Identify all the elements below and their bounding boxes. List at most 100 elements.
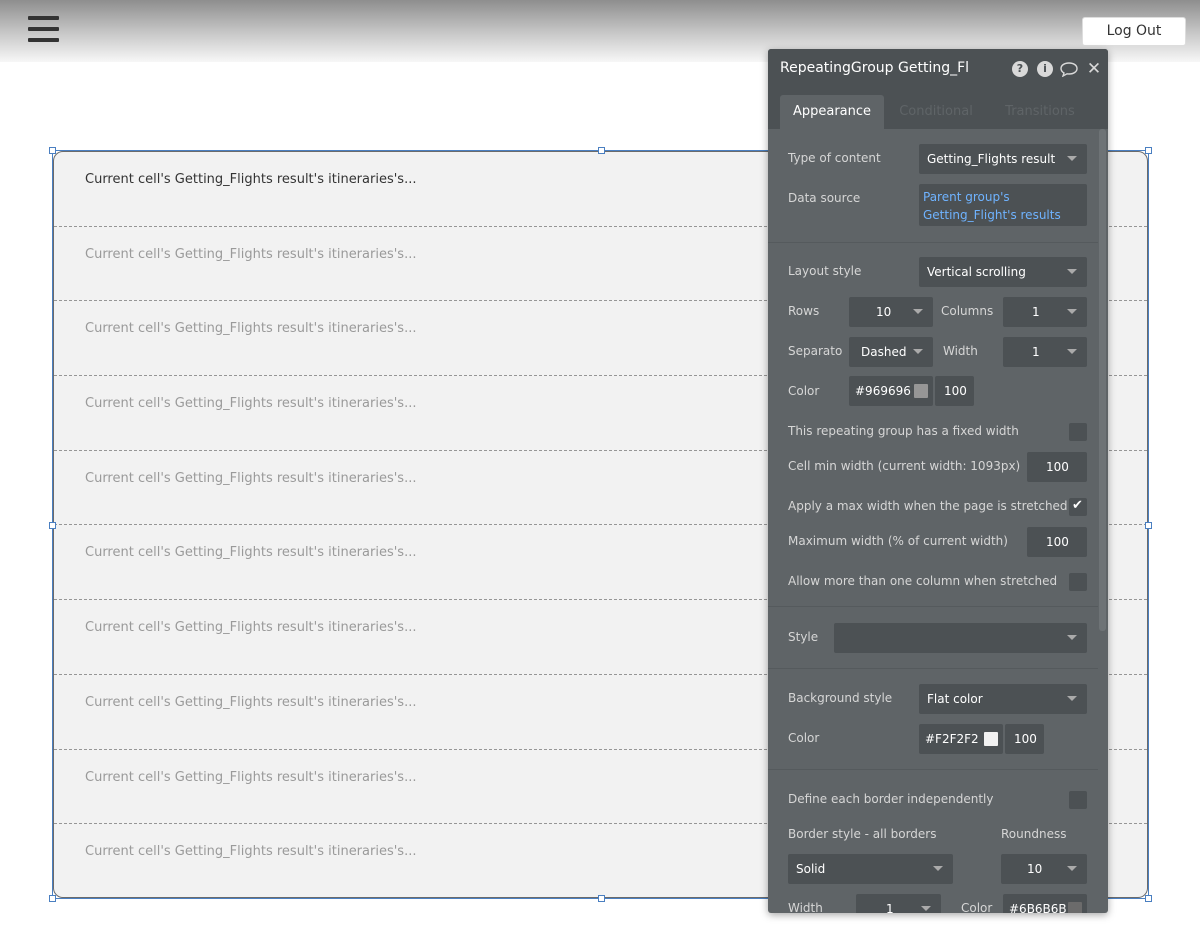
roundness-value: 10: [1027, 862, 1043, 876]
roundness-dropdown[interactable]: 10: [1001, 854, 1087, 884]
separator-opacity-value: 100: [944, 384, 967, 398]
chevron-down-icon: [913, 349, 923, 354]
color-swatch: [914, 384, 928, 398]
columns-label: Columns: [941, 304, 994, 318]
color-label: Color: [788, 384, 820, 398]
layout-style-label: Layout style: [788, 264, 862, 278]
divider: [768, 769, 1098, 770]
type-of-content-value: Getting_Flights result: [927, 152, 1056, 166]
color-swatch: [984, 732, 998, 746]
resize-handle[interactable]: [49, 147, 56, 154]
panel-title: RepeatingGroup Getting_Flights results: [780, 60, 970, 76]
separator-value: Dashed: [861, 345, 907, 359]
style-dropdown[interactable]: [834, 623, 1087, 653]
cell-text: Current cell's Getting_Flights result's …: [85, 545, 417, 560]
layout-style-dropdown[interactable]: Vertical scrolling: [919, 257, 1087, 287]
border-style-value: Solid: [796, 862, 826, 876]
bg-opacity-value: 100: [1014, 732, 1037, 746]
border-independent-label: Define each border independently: [788, 792, 994, 806]
cell-min-width-input[interactable]: 100: [1027, 452, 1087, 482]
bg-opacity-input[interactable]: 100: [1005, 724, 1044, 754]
type-of-content-label: Type of content: [788, 151, 881, 165]
resize-handle[interactable]: [1145, 147, 1152, 154]
cell-text: Current cell's Getting_Flights result's …: [85, 396, 417, 411]
checkmark-icon: ✔: [1072, 498, 1083, 513]
separator-color-hex: #969696: [855, 384, 911, 398]
rows-label: Rows: [788, 304, 820, 318]
tab-appearance[interactable]: Appearance: [780, 95, 884, 129]
cell-text: Current cell's Getting_Flights result's …: [85, 695, 417, 710]
bg-color-picker[interactable]: #F2F2F2: [919, 724, 1003, 754]
border-width-dropdown[interactable]: 1: [856, 894, 941, 913]
rows-value: 10: [876, 305, 892, 319]
max-width-label: Maximum width (% of current width): [788, 534, 1008, 548]
border-color-label: Color: [961, 901, 993, 913]
separator-opacity-input[interactable]: 100: [935, 376, 974, 406]
resize-handle[interactable]: [49, 522, 56, 529]
hamburger-menu-icon[interactable]: [28, 16, 59, 44]
cell-text: Current cell's Getting_Flights result's …: [85, 321, 417, 336]
divider: [768, 668, 1098, 669]
chevron-down-icon: [1067, 269, 1077, 274]
info-icon[interactable]: i: [1037, 61, 1053, 77]
separator-width-dropdown[interactable]: 1: [1003, 337, 1087, 367]
resize-handle[interactable]: [598, 147, 605, 154]
chevron-down-icon: [933, 866, 943, 871]
resize-handle[interactable]: [1145, 522, 1152, 529]
border-color-picker[interactable]: #6B6B6B: [1003, 894, 1087, 913]
separator-dropdown[interactable]: Dashed: [849, 337, 933, 367]
background-style-value: Flat color: [927, 692, 983, 706]
data-source-label: Data source: [788, 191, 861, 205]
resize-handle[interactable]: [1145, 895, 1152, 902]
border-color-hex: #6B6B6B: [1009, 902, 1067, 913]
resize-handle[interactable]: [598, 895, 605, 902]
columns-value: 1: [1032, 305, 1040, 319]
fixed-width-checkbox[interactable]: [1069, 423, 1087, 441]
property-editor-panel: RepeatingGroup Getting_Flights results ?…: [768, 49, 1108, 913]
tab-transitions[interactable]: Transitions: [996, 95, 1084, 129]
background-style-dropdown[interactable]: Flat color: [919, 684, 1087, 714]
cell-text: Current cell's Getting_Flights result's …: [85, 620, 417, 635]
bg-color-label: Color: [788, 731, 820, 745]
panel-header[interactable]: RepeatingGroup Getting_Flights results ?…: [768, 49, 1108, 88]
apply-max-width-checkbox[interactable]: ✔: [1069, 498, 1087, 516]
resize-handle[interactable]: [49, 895, 56, 902]
roundness-label: Roundness: [1001, 827, 1067, 841]
data-source-line1: Parent group's: [923, 190, 1010, 204]
border-width-value: 1: [886, 902, 894, 913]
border-independent-checkbox[interactable]: [1069, 791, 1087, 809]
color-swatch: [1068, 902, 1082, 913]
cell-text: Current cell's Getting_Flights result's …: [85, 770, 417, 785]
chevron-down-icon: [913, 309, 923, 314]
cell-text: Current cell's Getting_Flights result's …: [85, 172, 417, 187]
separator-width-value: 1: [1032, 345, 1040, 359]
help-icon[interactable]: ?: [1012, 61, 1028, 77]
separator-label: Separato: [788, 344, 843, 358]
max-width-input[interactable]: 100: [1027, 527, 1087, 557]
border-width-label: Width: [788, 901, 823, 913]
width-label: Width: [943, 344, 978, 358]
tab-bar: Appearance Conditional Transitions: [768, 88, 1108, 129]
chevron-down-icon: [1067, 696, 1077, 701]
cell-text: Current cell's Getting_Flights result's …: [85, 471, 417, 486]
cell-min-width-label: Cell min width (current width: 1093px): [788, 459, 1021, 473]
cell-text: Current cell's Getting_Flights result's …: [85, 247, 417, 262]
chevron-down-icon: [921, 906, 931, 911]
data-source-expression[interactable]: Parent group's Getting_Flight's results: [919, 184, 1087, 226]
close-icon[interactable]: ✕: [1086, 61, 1102, 78]
border-style-dropdown[interactable]: Solid: [788, 854, 953, 884]
type-of-content-dropdown[interactable]: Getting_Flights result: [919, 144, 1087, 174]
logout-button[interactable]: Log Out: [1082, 17, 1186, 46]
separator-color-picker[interactable]: #969696: [849, 376, 933, 406]
divider: [768, 242, 1098, 243]
comment-icon[interactable]: [1060, 61, 1078, 78]
panel-scrollbar[interactable]: [1099, 129, 1106, 631]
rows-dropdown[interactable]: 10: [849, 297, 933, 327]
chevron-down-icon: [1067, 866, 1077, 871]
columns-dropdown[interactable]: 1: [1003, 297, 1087, 327]
chevron-down-icon: [1067, 309, 1077, 314]
tab-conditional[interactable]: Conditional: [892, 95, 980, 129]
allow-columns-checkbox[interactable]: [1069, 573, 1087, 591]
background-style-label: Background style: [788, 691, 893, 705]
chevron-down-icon: [1067, 349, 1077, 354]
